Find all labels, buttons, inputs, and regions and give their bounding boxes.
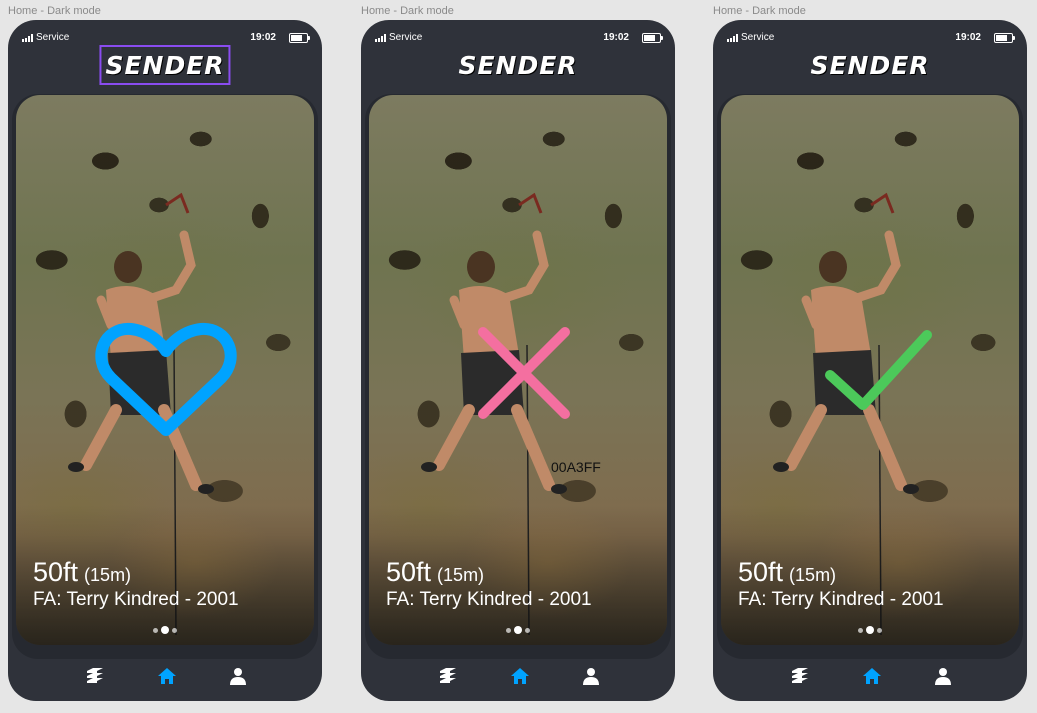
battery-icon <box>289 33 310 43</box>
signal-icon <box>727 33 738 42</box>
first-ascent: FA: Terry Kindred - 2001 <box>386 589 592 610</box>
status-bar: Service 19:02 <box>727 32 1015 46</box>
frame-label: Home - Dark mode <box>361 5 454 17</box>
first-ascent: FA: Terry Kindred - 2001 <box>738 589 944 610</box>
route-card[interactable]: 00A3FF 50ft (15m) FA: Terry Kindred - 20… <box>369 95 667 645</box>
tab-layers[interactable] <box>437 665 459 687</box>
battery-icon <box>642 33 663 43</box>
tab-bar <box>8 651 322 701</box>
user-icon <box>935 668 951 685</box>
route-info: 50ft (15m) FA: Terry Kindred - 2001 <box>386 557 592 611</box>
route-card[interactable]: 50ft (15m) FA: Terry Kindred - 2001 <box>16 95 314 645</box>
status-bar: Service 19:02 <box>22 32 310 46</box>
page-dot-active[interactable] <box>161 626 169 634</box>
app-logo[interactable]: SENDER <box>806 47 933 83</box>
route-height: 50ft <box>386 557 432 587</box>
app-logo[interactable]: SENDER <box>454 47 581 83</box>
phone-frame-heart: Service 19:02 SENDER 50ft (15m) FA: Terr… <box>8 20 322 701</box>
route-info: 50ft (15m) FA: Terry Kindred - 2001 <box>738 557 944 611</box>
tab-profile[interactable] <box>932 665 954 687</box>
page-indicator[interactable] <box>506 626 530 634</box>
carrier-label: Service <box>741 32 775 43</box>
page-indicator[interactable] <box>858 626 882 634</box>
heart-shape <box>95 323 237 436</box>
route-height: 50ft <box>738 557 784 587</box>
battery-icon <box>994 33 1015 43</box>
user-icon <box>583 668 599 685</box>
page-dot[interactable] <box>153 627 158 633</box>
signal-icon <box>375 33 386 42</box>
route-height-meters: (15m) <box>84 565 132 585</box>
carrier-label: Service <box>36 32 70 43</box>
tab-profile[interactable] <box>227 665 249 687</box>
user-icon <box>230 668 246 685</box>
logo-text: SENDER <box>105 50 225 80</box>
cross-shape <box>478 327 570 419</box>
phone-frame-check: Service 19:02 SENDER 50ft (15m) FA: Terr… <box>713 20 1027 701</box>
logo-text: SENDER <box>810 50 930 80</box>
page-dot[interactable] <box>877 627 882 633</box>
page-dot-active[interactable] <box>514 626 522 634</box>
status-time: 19:02 <box>250 32 276 43</box>
color-tag: 00A3FF <box>551 459 601 475</box>
route-height-meters: (15m) <box>437 565 485 585</box>
frame-label: Home - Dark mode <box>713 5 806 17</box>
tab-bar <box>713 651 1027 701</box>
status-time: 19:02 <box>955 32 981 43</box>
logo-text: SENDER <box>458 50 578 80</box>
check-shape <box>825 330 932 410</box>
carrier-label: Service <box>389 32 423 43</box>
frame-label: Home - Dark mode <box>8 5 101 17</box>
status-bar: Service 19:02 <box>375 32 663 46</box>
layers-icon <box>440 668 456 683</box>
layers-icon <box>87 668 103 683</box>
page-indicator[interactable] <box>153 626 177 634</box>
tab-profile[interactable] <box>580 665 602 687</box>
home-icon <box>511 668 529 684</box>
status-time: 19:02 <box>603 32 629 43</box>
home-icon <box>863 668 881 684</box>
signal-icon <box>22 33 33 42</box>
page-dot[interactable] <box>525 627 530 633</box>
tab-layers[interactable] <box>789 665 811 687</box>
route-card[interactable]: 50ft (15m) FA: Terry Kindred - 2001 <box>721 95 1019 645</box>
layers-icon <box>792 668 808 683</box>
first-ascent: FA: Terry Kindred - 2001 <box>33 589 239 610</box>
tab-home[interactable] <box>509 665 531 687</box>
tab-layers[interactable] <box>84 665 106 687</box>
route-height-meters: (15m) <box>789 565 837 585</box>
page-dot-active[interactable] <box>866 626 874 634</box>
phone-frame-cross: Service 19:02 SENDER 00A3FF 50ft (15m) F… <box>361 20 675 701</box>
tab-home[interactable] <box>156 665 178 687</box>
app-logo[interactable]: SENDER <box>99 45 231 85</box>
route-height: 50ft <box>33 557 79 587</box>
tab-home[interactable] <box>861 665 883 687</box>
page-dot[interactable] <box>506 627 511 633</box>
home-icon <box>158 668 176 684</box>
tab-bar <box>361 651 675 701</box>
page-dot[interactable] <box>858 627 863 633</box>
page-dot[interactable] <box>172 627 177 633</box>
route-info: 50ft (15m) FA: Terry Kindred - 2001 <box>33 557 239 611</box>
